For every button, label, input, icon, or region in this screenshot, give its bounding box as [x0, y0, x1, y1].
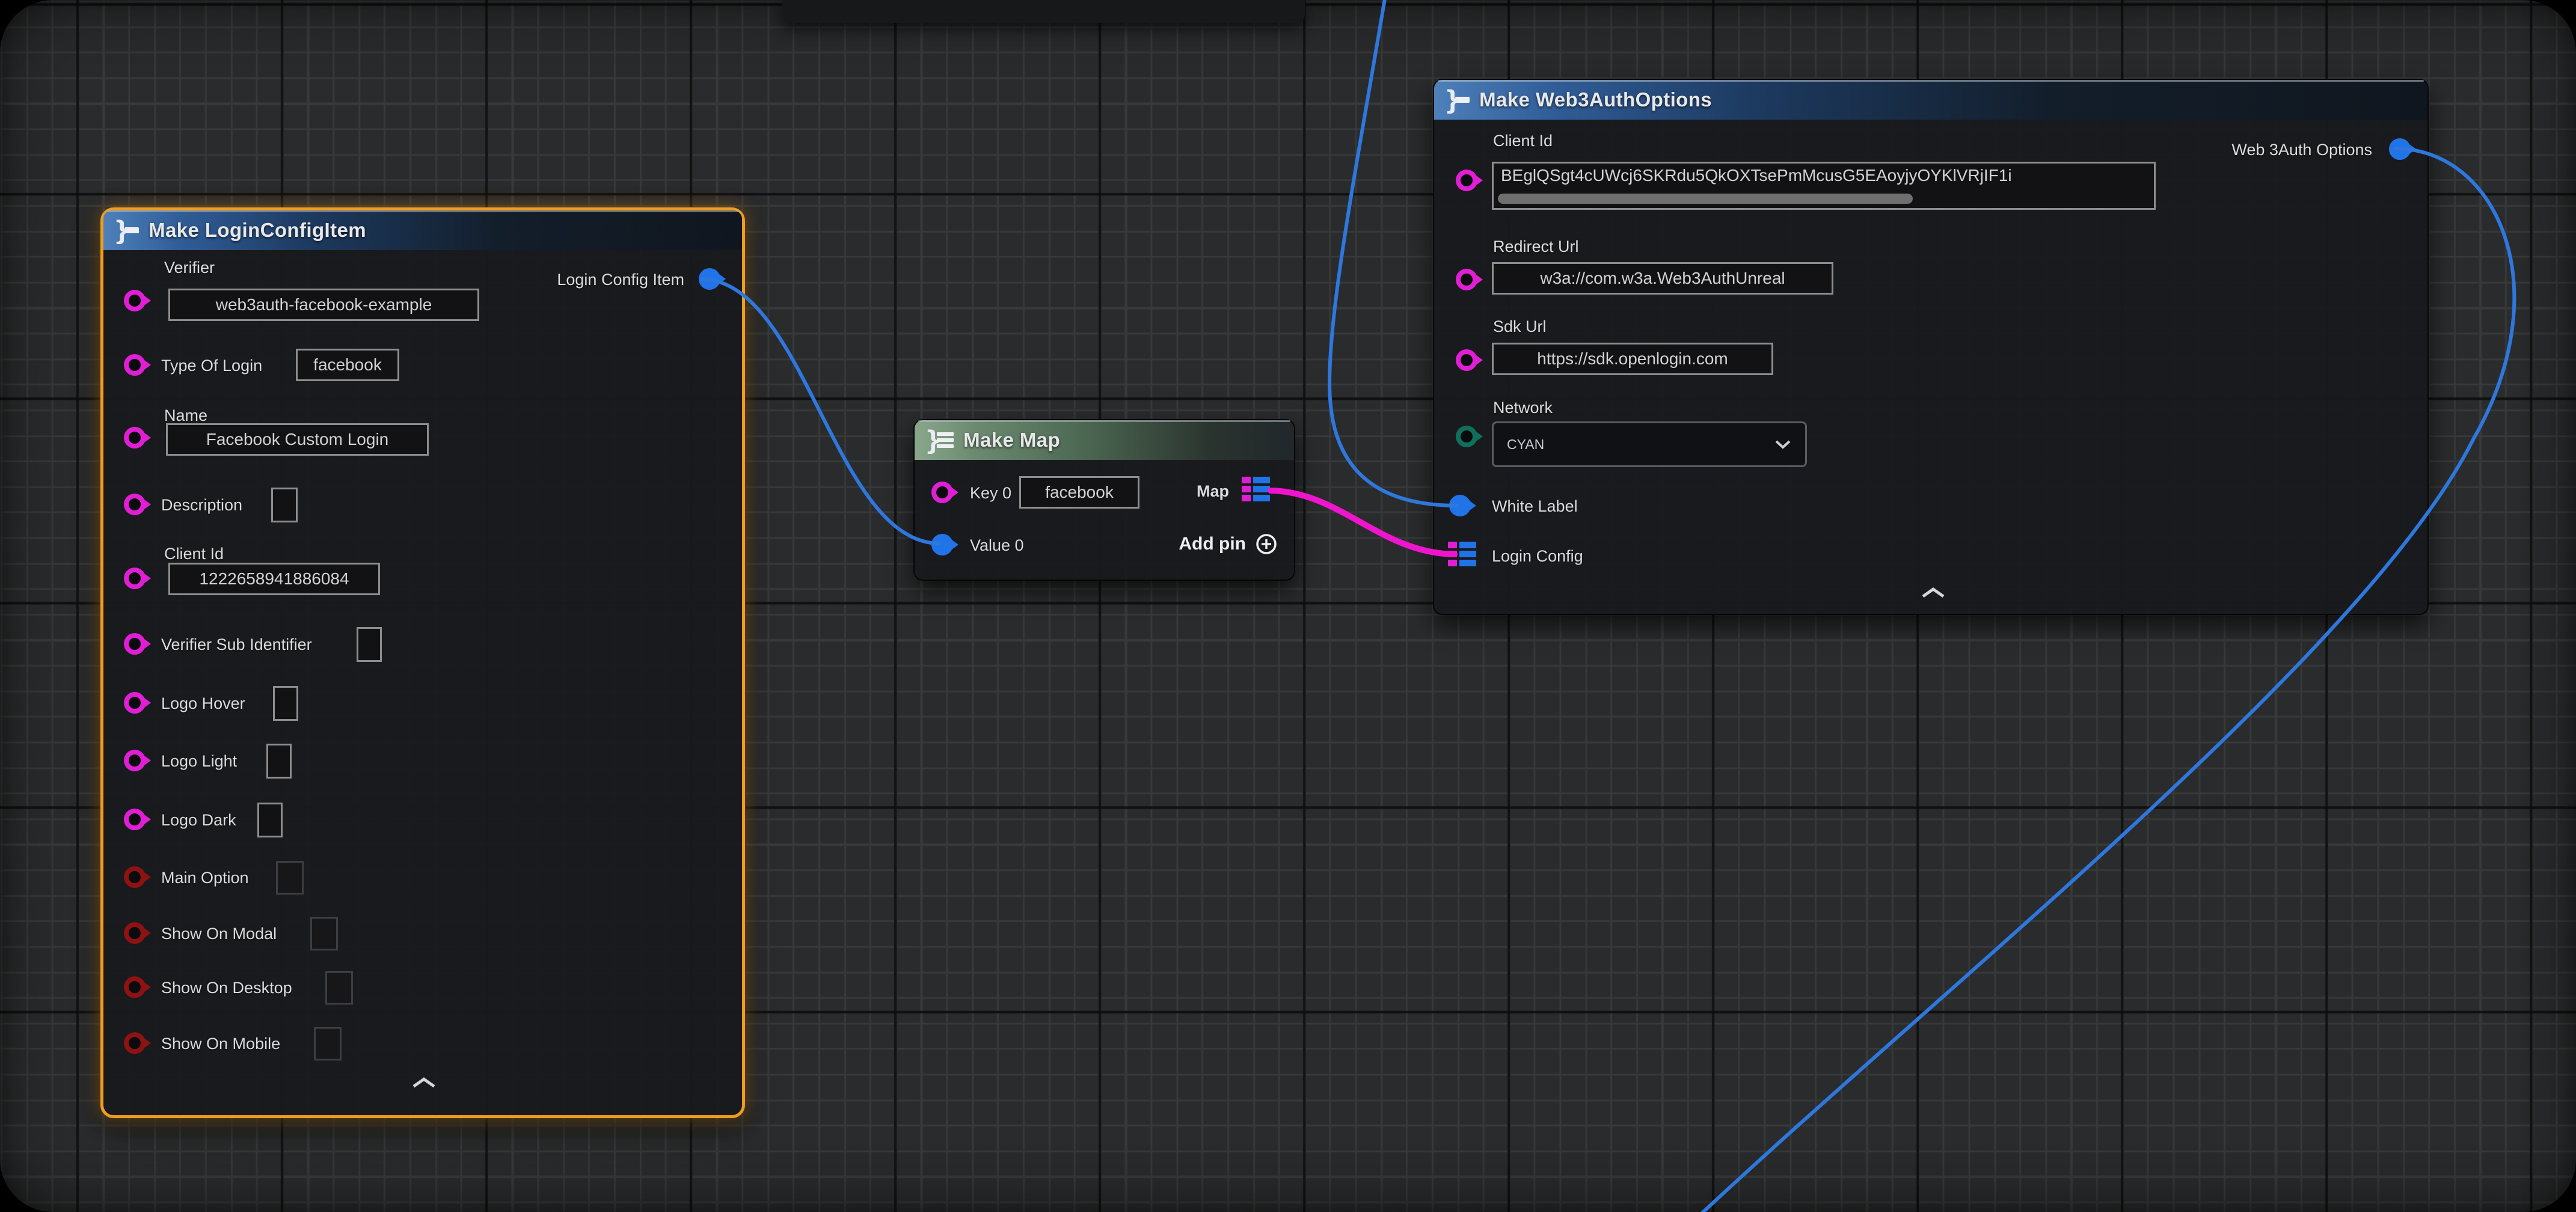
input-pin-redirect-url[interactable] [1456, 269, 1477, 290]
pin-label-sdk-url: Sdk Url [1493, 317, 1547, 336]
pin-label-show-on-desktop: Show On Desktop [161, 979, 292, 997]
input-pin-network[interactable] [1456, 426, 1477, 447]
sdk-url-field[interactable]: https://sdk.openlogin.com [1492, 343, 1773, 375]
description-field[interactable] [271, 488, 298, 522]
make-struct-icon: } [117, 218, 139, 242]
verifier-field[interactable]: web3auth-facebook-example [168, 289, 479, 321]
logo-hover-field[interactable] [273, 686, 298, 721]
name-field[interactable]: Facebook Custom Login [166, 423, 429, 456]
logo-light-field[interactable] [266, 744, 292, 779]
input-pin-client-id[interactable] [124, 568, 146, 589]
type-of-login-field[interactable]: facebook [296, 349, 399, 381]
pin-label-name: Name [164, 406, 207, 425]
input-pin-type-of-login[interactable] [124, 354, 146, 376]
show-on-modal-checkbox[interactable] [310, 917, 338, 950]
collapse-node-button[interactable] [410, 1075, 438, 1094]
pin-label-network: Network [1493, 399, 1553, 417]
main-option-checkbox[interactable] [276, 861, 304, 895]
pin-label-main-option: Main Option [161, 869, 249, 887]
pin-label-login-config-item: Login Config Item [557, 271, 684, 289]
output-pin-map[interactable] [1242, 477, 1270, 501]
input-pin-name[interactable] [124, 427, 146, 448]
pin-label-logo-light: Logo Light [161, 752, 237, 771]
pin-label-show-on-mobile: Show On Mobile [161, 1035, 280, 1053]
partial-node-top[interactable] [782, 0, 1305, 23]
input-pin-key0[interactable] [931, 482, 953, 503]
pin-label-web3auth-options: Web 3Auth Options [2231, 141, 2372, 159]
pin-label-logo-dark: Logo Dark [161, 811, 236, 830]
input-pin-logo-hover[interactable] [124, 692, 146, 714]
blueprint-graph-canvas[interactable]: } Make LoginConfigItem Login Config Item… [0, 0, 2576, 1212]
input-pin-client-id[interactable] [1456, 170, 1477, 191]
input-pin-logo-light[interactable] [124, 750, 146, 771]
add-pin-label: Add pin [1179, 534, 1246, 554]
node-header: } Make Map [915, 420, 1294, 460]
show-on-mobile-checkbox[interactable] [314, 1027, 342, 1060]
pin-label-type-of-login: Type Of Login [161, 357, 262, 375]
pin-label-logo-hover: Logo Hover [161, 694, 245, 713]
pin-label-verifier: Verifier [164, 259, 215, 277]
input-pin-main-option[interactable] [124, 866, 146, 888]
input-pin-description[interactable] [124, 494, 146, 515]
node-make-web3authoptions[interactable]: } Make Web3AuthOptions Web 3Auth Options… [1433, 79, 2429, 615]
input-pin-show-on-modal[interactable] [124, 922, 146, 944]
node-make-loginconfigitem[interactable]: } Make LoginConfigItem Login Config Item… [100, 207, 745, 1118]
pin-label-white-label: White Label [1492, 497, 1578, 516]
add-pin-button[interactable]: Add pin [1179, 532, 1278, 556]
pin-label-client-id: Client Id [164, 545, 224, 563]
make-struct-icon: } [1447, 88, 1470, 112]
collapse-node-button[interactable] [1919, 585, 1947, 604]
key0-field[interactable]: facebook [1019, 476, 1139, 509]
client-id-field-scrollbar[interactable] [1498, 194, 1913, 204]
logo-dark-field[interactable] [257, 803, 283, 837]
pin-label-value0: Value 0 [970, 536, 1024, 555]
network-dropdown[interactable]: CYAN [1492, 421, 1807, 467]
input-pin-verifier-sub-identifier[interactable] [124, 633, 146, 655]
node-title: Make LoginConfigItem [149, 219, 366, 242]
client-id-field[interactable]: 1222658941886084 [168, 563, 380, 595]
make-map-icon: } [928, 428, 954, 452]
redirect-url-field[interactable]: w3a://com.w3a.Web3AuthUnreal [1492, 262, 1833, 295]
node-header: } Make LoginConfigItem [103, 210, 742, 250]
input-pin-sdk-url[interactable] [1456, 349, 1477, 371]
wire-map-to-loginconfig[interactable] [1271, 491, 1455, 554]
pin-label-show-on-modal: Show On Modal [161, 925, 277, 943]
verifier-sub-identifier-field[interactable] [357, 627, 382, 662]
pin-label-map: Map [1197, 482, 1229, 501]
show-on-desktop-checkbox[interactable] [325, 971, 353, 1005]
chevron-down-icon [1774, 439, 1792, 450]
node-make-map[interactable]: } Make Map Key 0 facebook Map Value 0 Ad… [913, 419, 1295, 581]
pin-label-description: Description [161, 496, 242, 515]
pin-label-client-id: Client Id [1493, 132, 1553, 150]
pin-label-verifier-sub-identifier: Verifier Sub Identifier [161, 635, 312, 654]
input-pin-show-on-mobile[interactable] [124, 1032, 146, 1054]
pin-label-login-config: Login Config [1492, 547, 1583, 566]
input-pin-logo-dark[interactable] [124, 809, 146, 830]
pin-label-key0: Key 0 [970, 484, 1011, 503]
pin-label-redirect-url: Redirect Url [1493, 237, 1579, 256]
node-header: } Make Web3AuthOptions [1434, 80, 2427, 120]
input-pin-verifier[interactable] [124, 290, 146, 311]
input-pin-show-on-desktop[interactable] [124, 976, 146, 998]
node-title: Make Map [963, 429, 1060, 451]
plus-circle-icon [1254, 532, 1278, 556]
node-title: Make Web3AuthOptions [1479, 88, 1712, 111]
network-dropdown-value: CYAN [1507, 436, 1544, 453]
